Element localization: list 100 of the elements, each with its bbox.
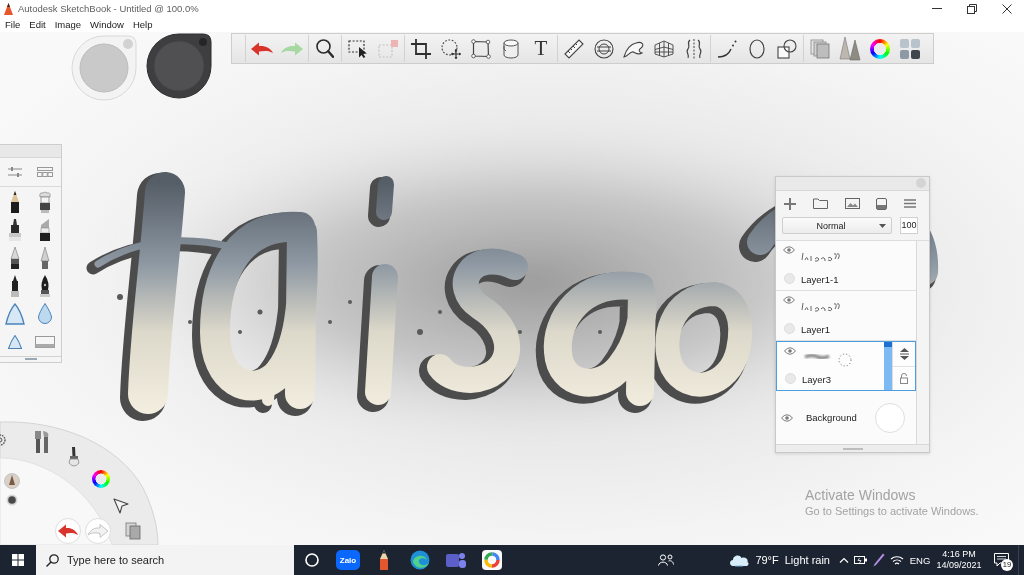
pen-nib-icon[interactable] [39,275,51,298]
ruler-icon[interactable] [564,38,584,59]
magnifier-icon[interactable] [316,39,334,58]
layer-name: Layer1-1 [801,274,840,286]
grid-icon[interactable] [37,167,54,178]
opacity-slider-track[interactable] [884,342,892,391]
water-drop-icon[interactable] [37,303,53,326]
quad-corners-icon[interactable] [471,38,491,59]
square-circle-icon[interactable] [777,38,797,59]
perspective-grid-icon[interactable] [654,39,674,58]
curve-stroke-icon[interactable] [717,39,737,58]
search-icon [46,554,59,567]
triangle-icon[interactable] [5,303,25,326]
swatch-grid-icon[interactable] [900,38,920,59]
brush-tip-icon[interactable] [40,247,50,270]
eye-icon[interactable] [783,296,795,305]
lock-icon[interactable] [900,372,908,384]
activation-title: Activate Windows [805,487,917,503]
eye-icon[interactable] [783,246,795,255]
scroll-indicator [24,358,37,361]
search-field[interactable]: Type here to search [36,545,294,575]
brush-preview-icon[interactable] [4,473,20,489]
menu-item[interactable]: Help [132,19,153,30]
undo-icon[interactable] [251,41,273,56]
clock-date[interactable]: 14/09/2021 [936,560,982,571]
close-icon[interactable] [1001,3,1012,14]
color-puck[interactable] [146,33,212,99]
felt-pen-icon[interactable] [10,275,20,298]
ellipse-icon[interactable] [749,38,765,59]
pencil-app-icon[interactable] [379,550,389,570]
people-icon[interactable] [658,554,675,566]
restore-icon[interactable] [966,3,977,14]
menu-icon[interactable] [904,199,916,209]
pencil-icon[interactable] [10,191,20,214]
paintbrush-icon[interactable] [66,447,82,469]
activation-message: Go to Settings to activate Windows. [805,505,979,517]
eraser-icon[interactable] [35,336,55,349]
cylinder-icon[interactable] [503,38,519,59]
plus-icon[interactable] [784,197,796,210]
window-title: Autodesk SketchBook - Untitled @ 100.0% [18,3,199,14]
text-tool[interactable]: T [534,38,548,59]
grip-icon[interactable] [842,447,863,450]
menu-item[interactable]: Edit [29,19,46,30]
eye-icon[interactable] [784,347,796,356]
brush-tips-icon[interactable] [839,36,861,61]
swirl-app-icon[interactable] [410,550,430,570]
menu-item[interactable]: Window [90,19,124,30]
crop-icon[interactable] [411,38,431,59]
battery-icon[interactable] [854,555,868,565]
undo-icon[interactable] [55,518,81,544]
layer-name: Layer1 [801,324,832,336]
opacity-slider-handle[interactable] [884,342,892,348]
layer-box-icon[interactable] [876,197,888,210]
eye-icon[interactable] [781,413,793,422]
opacity-field[interactable]: 100 [900,217,918,235]
color-ring-app-icon[interactable] [482,550,502,570]
weather-condition: Light rain [784,554,830,566]
app-logo[interactable]: Zalo [336,550,360,570]
chevron-up-icon[interactable] [839,557,849,563]
tools-icon[interactable] [34,431,50,453]
folder-icon[interactable] [812,198,828,210]
pencil-logo-icon [4,2,13,15]
marker-icon[interactable] [8,219,22,242]
caret-icon[interactable] [879,223,886,228]
menu-item[interactable]: File [5,19,21,30]
thumbnail-drawing [801,300,841,313]
pen-icon[interactable] [873,553,885,567]
dashed-circle-move-icon[interactable] [441,38,461,59]
gear-icon[interactable] [0,433,7,447]
layer-name: Background [806,412,857,424]
language-indicator[interactable]: ENG [906,554,934,566]
pointer-icon[interactable] [113,498,129,514]
blend-mode-dropdown[interactable]: Normal [782,217,892,235]
image-icon[interactable] [844,198,860,210]
thumbnail-drawing [802,352,832,363]
layer-row[interactable]: Layer3 [776,341,916,392]
up-down-arrows-icon[interactable] [899,347,909,360]
current-color-icon[interactable] [6,494,18,506]
sliders-icon[interactable] [7,166,22,179]
symmetry-icon[interactable] [684,38,704,59]
stacked-pages-icon[interactable] [125,522,141,540]
cloud-icon[interactable] [729,553,750,567]
triangle-icon[interactable] [8,335,22,350]
four-squares-icon[interactable] [12,554,24,566]
circle-guide-icon[interactable] [594,38,614,59]
curve-ruler-icon[interactable] [623,39,645,58]
thumbnail-drawing [801,250,841,263]
airbrush-icon[interactable] [38,191,52,214]
chisel-marker-icon[interactable] [39,219,51,242]
menu-item[interactable]: Image [54,19,82,30]
ring-icon[interactable] [305,553,319,567]
selection-icon[interactable] [348,39,368,58]
color-wheel-icon[interactable] [870,38,890,59]
minimize-icon[interactable] [931,8,942,9]
color-swatch-icon[interactable] [875,402,905,433]
people-tile-icon[interactable] [446,551,466,569]
notification-icon[interactable] [993,553,1009,567]
clock-time[interactable]: 4:16 PM [942,549,976,560]
wifi-icon[interactable] [890,554,904,566]
ballpoint-pen-icon[interactable] [9,247,21,270]
